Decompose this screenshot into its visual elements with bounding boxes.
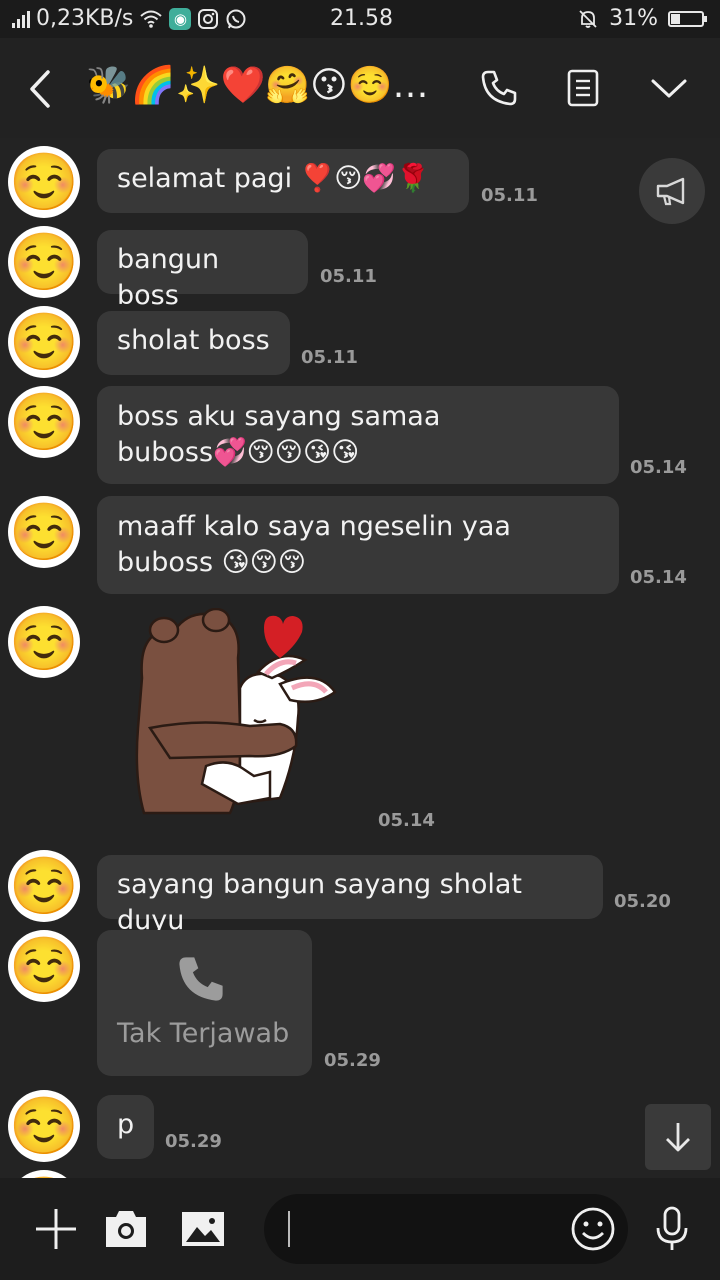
chat-header: 🐝🌈✨❤️🤗😗☺️…	[0, 38, 720, 138]
missed-call-bubble[interactable]: Tak Terjawab	[97, 930, 312, 1076]
scroll-to-bottom-button[interactable]	[645, 1104, 711, 1170]
battery-percent: 31%	[609, 6, 658, 31]
camera-icon	[106, 1211, 146, 1247]
avatar[interactable]: ☺️	[8, 1090, 80, 1162]
message-text: p	[117, 1109, 135, 1140]
message-text: selamat pagi ❣️😚💞🌹	[117, 163, 430, 194]
missed-call-label: Tak Terjawab	[117, 1018, 290, 1049]
message-time: 05.14	[630, 567, 687, 588]
menu-dropdown-button[interactable]	[644, 62, 694, 114]
back-button[interactable]	[24, 66, 58, 112]
composer-bar	[0, 1178, 720, 1280]
network-speed: 0,23KB/s	[36, 6, 134, 31]
bear-hug-bunny-sticker[interactable]	[130, 608, 350, 818]
avatar[interactable]: ☺️	[8, 606, 80, 678]
chevron-down-icon	[651, 79, 687, 98]
notes-icon	[567, 69, 599, 107]
avatar[interactable]: ☺️	[8, 1170, 80, 1178]
notes-button[interactable]	[558, 62, 608, 114]
message-list[interactable]: ☺️ selamat pagi ❣️😚💞🌹 05.11 ☺️ bangun bo…	[0, 138, 720, 1178]
app-notification-icon: ◉	[169, 7, 192, 30]
gallery-button[interactable]	[178, 1204, 228, 1254]
avatar[interactable]: ☺️	[8, 386, 80, 458]
message-bubble[interactable]: sayang bangun sayang sholat duyu	[97, 855, 603, 936]
message-text: sholat boss	[117, 325, 270, 356]
message-time: 05.29	[165, 1131, 222, 1152]
avatar[interactable]: ☺️	[8, 496, 80, 568]
message-text: bangun boss	[117, 244, 220, 311]
message-time: 05.20	[614, 891, 671, 912]
voice-message-button[interactable]	[647, 1204, 697, 1254]
chat-title[interactable]: 🐝🌈✨❤️🤗😗☺️…	[86, 64, 428, 106]
battery-icon	[668, 10, 707, 27]
message-input[interactable]	[264, 1194, 628, 1264]
clock: 21.58	[330, 6, 393, 31]
message-time: 05.14	[378, 810, 435, 831]
message-text-line: boss aku sayang samaa	[117, 401, 441, 432]
phone-icon	[481, 70, 517, 106]
instagram-icon	[198, 8, 219, 29]
avatar[interactable]: ☺️	[8, 306, 80, 378]
arrow-down-icon	[666, 1123, 690, 1152]
message-text: sayang bangun sayang sholat duyu	[117, 869, 523, 936]
message-bubble[interactable]: boss aku sayang samaa buboss💞😚😚😘😘	[97, 386, 619, 484]
message-time: 05.11	[320, 266, 377, 287]
megaphone-icon	[656, 177, 685, 206]
message-bubble[interactable]: p	[97, 1095, 154, 1159]
message-bubble[interactable]: sholat boss	[97, 311, 290, 375]
signal-icon	[12, 10, 30, 28]
emoji-button[interactable]	[568, 1204, 618, 1254]
emoji-icon	[571, 1207, 615, 1251]
back-icon	[30, 70, 50, 108]
missed-call-phone-icon	[179, 957, 223, 1001]
wifi-icon	[140, 10, 163, 28]
message-bubble[interactable]: selamat pagi ❣️😚💞🌹	[97, 149, 469, 213]
avatar[interactable]: ☺️	[8, 146, 80, 218]
message-time: 05.11	[301, 347, 358, 368]
camera-button[interactable]	[101, 1204, 151, 1254]
message-time: 05.29	[324, 1050, 381, 1071]
plus-icon	[36, 1209, 76, 1249]
message-time: 05.14	[630, 457, 687, 478]
announcement-button[interactable]	[639, 158, 705, 224]
avatar[interactable]: ☺️	[8, 226, 80, 298]
message-text-line: buboss💞😚😚😘😘	[117, 437, 360, 468]
avatar[interactable]: ☺️	[8, 850, 80, 922]
message-bubble[interactable]: maaff kalo saya ngeselin yaa buboss 😘😚😚	[97, 496, 619, 594]
mic-icon	[656, 1206, 688, 1250]
image-icon	[182, 1212, 224, 1246]
message-bubble[interactable]: bangun boss	[97, 230, 308, 311]
status-bar: 0,23KB/s ◉ 21.58 31%	[0, 0, 720, 38]
message-text-line: buboss 😘😚😚	[117, 547, 307, 578]
call-button[interactable]	[474, 62, 524, 114]
message-text-line: maaff kalo saya ngeselin yaa	[117, 511, 511, 542]
message-time: 05.11	[481, 185, 538, 206]
mute-notification-icon	[579, 9, 597, 28]
avatar[interactable]: ☺️	[8, 930, 80, 1002]
add-attachment-button[interactable]	[31, 1204, 81, 1254]
text-cursor	[288, 1211, 290, 1247]
whatsapp-icon	[226, 9, 246, 28]
